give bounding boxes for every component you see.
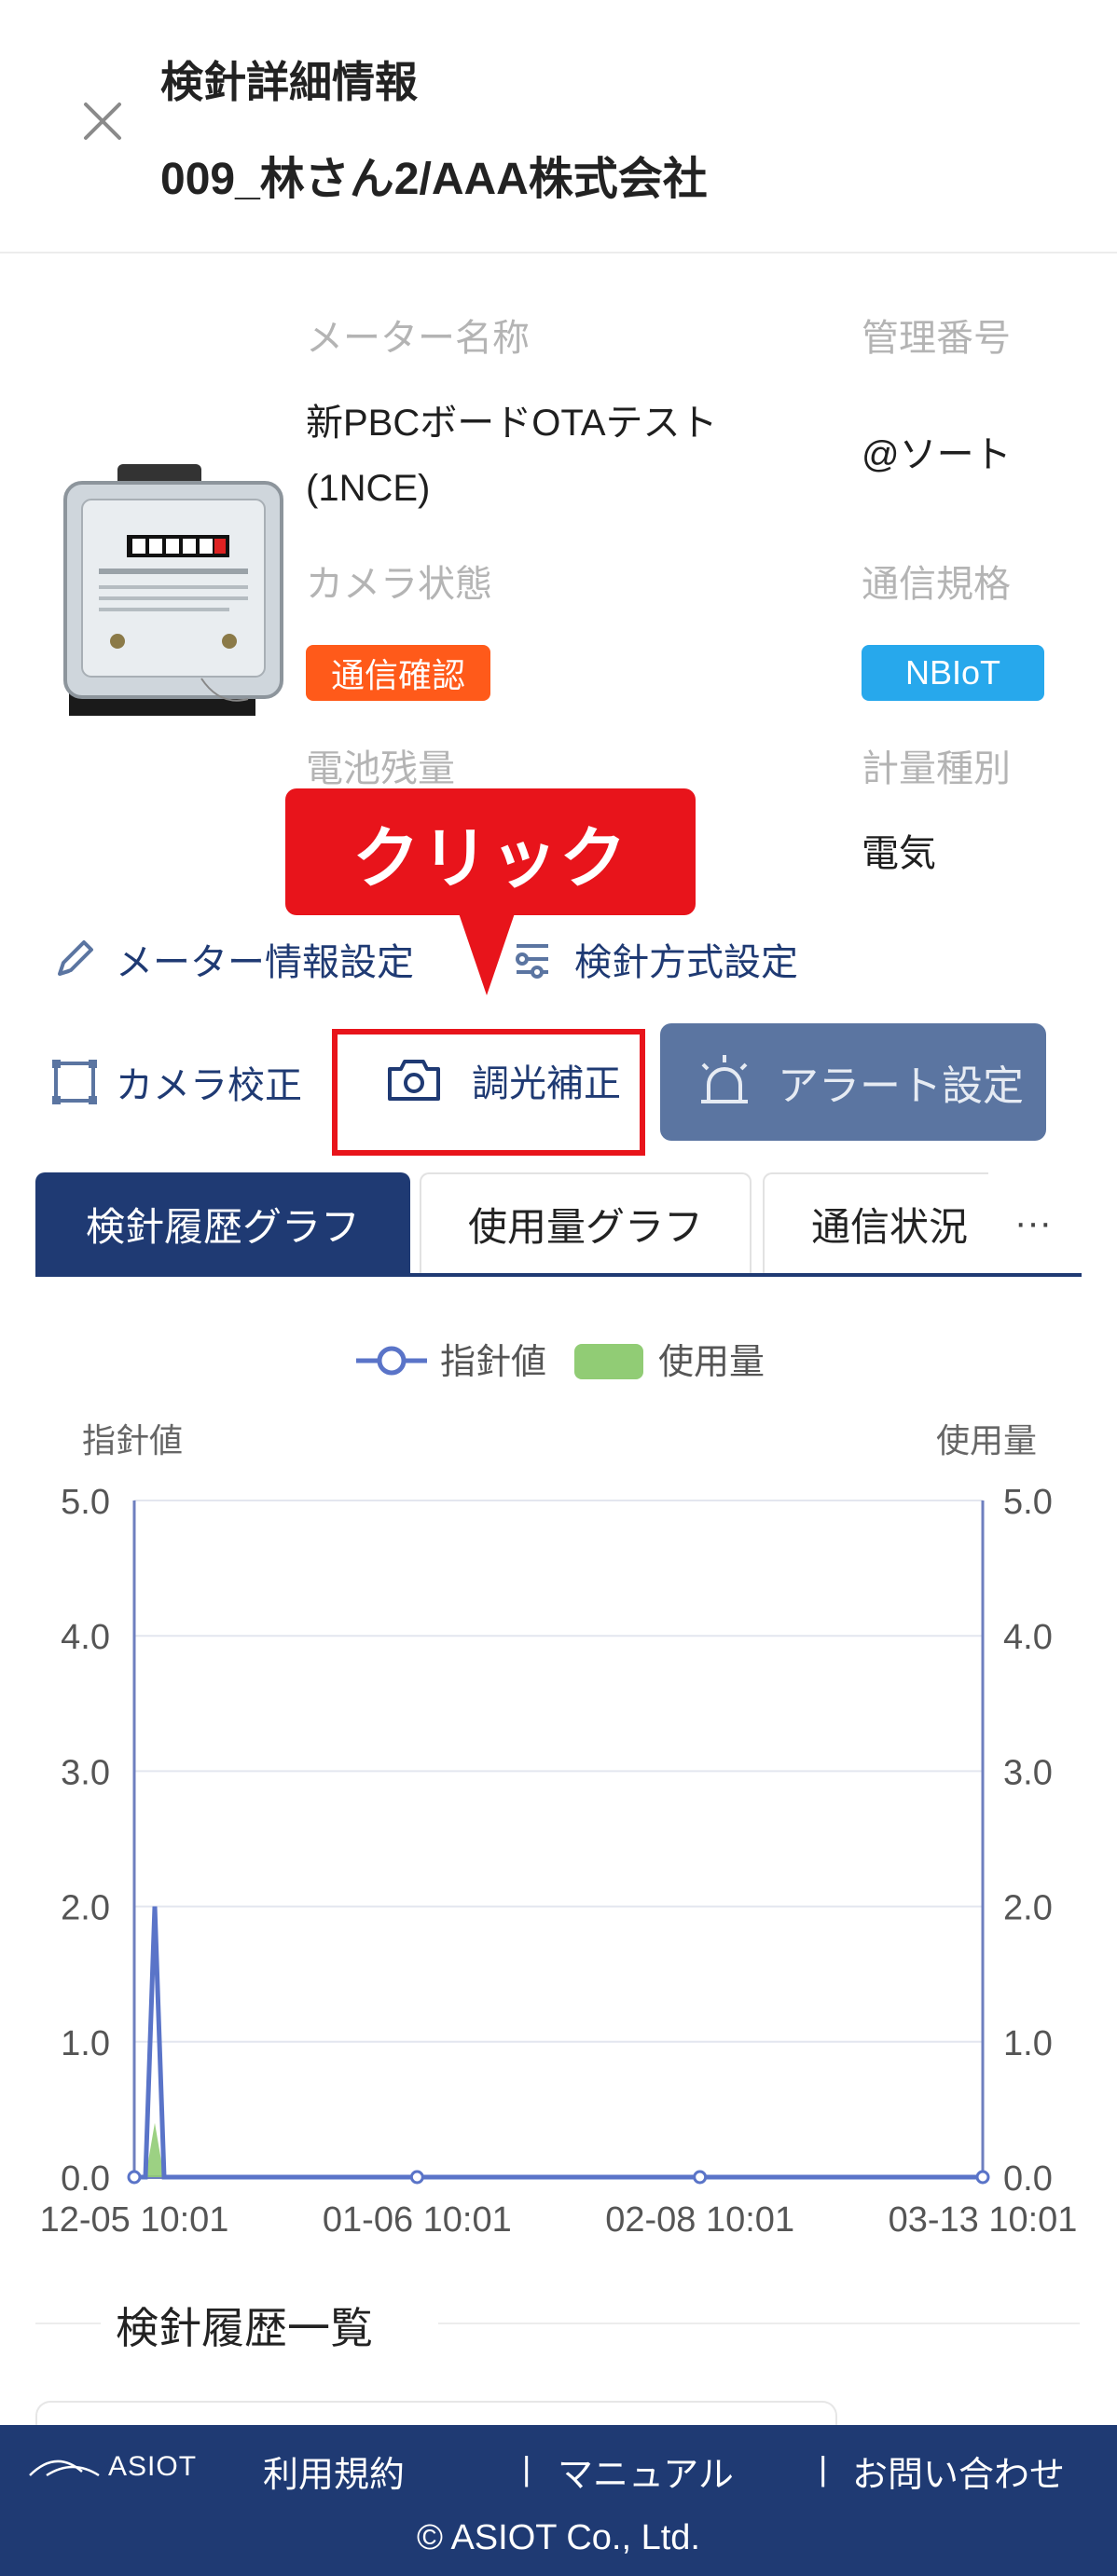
y2-axis-title: 使用量: [936, 1421, 1037, 1459]
chart-svg: 指針値 使用量指針値 使用量0.0 0.01.0 1.02.0 2.03.0 3.04.0 4…: [40, 1343, 1078, 2237]
page-title: 検針詳細情報: [160, 58, 418, 106]
legend-label: 指針値: [440, 1343, 546, 1382]
footer-copyright: © ASIOT Co., Ltd.: [417, 2518, 700, 2557]
comm-standard-label: 通信規格: [862, 564, 1011, 605]
meter-name-value: 新PBCボードOTAテスト: [306, 403, 718, 444]
footer-logo: ASIOT: [28, 2451, 197, 2483]
meter-id-value: @ソート: [862, 434, 1012, 475]
footer-logo-text: ASIOT: [108, 2451, 198, 2482]
close-icon[interactable]: [76, 95, 129, 147]
footer: ASIOT 利用規約 | マニュアル | お問い合わせ © ASIOT Co.,…: [0, 2425, 1117, 2576]
camera-calibration-label: カメラ校正: [116, 1065, 302, 1106]
click-highlight-box: [332, 1029, 645, 1156]
camera-status-badge: 通信確認: [306, 645, 490, 701]
reading-method-button[interactable]: 検針方式設定: [503, 932, 798, 986]
footer-separator: |: [819, 2449, 828, 2487]
reading-point: [127, 2170, 142, 2185]
footer-separator: |: [522, 2449, 531, 2487]
meter-settings-button[interactable]: メーター情報設定: [48, 932, 414, 986]
footer-link-manual[interactable]: マニュアル: [558, 2446, 734, 2497]
y2-tick-label: 0.0: [1003, 2159, 1053, 2199]
page-subtitle: 009_林さん2/AAA株式会社: [160, 155, 708, 204]
meter-settings-label: メーター情報設定: [116, 942, 414, 983]
y2-tick-label: 3.0: [1003, 1753, 1053, 1792]
x-tick-label: 03-13 10:01: [889, 2200, 1078, 2237]
tab-usage-graph[interactable]: 使用量グラフ: [420, 1172, 752, 1273]
meter-image: [62, 455, 285, 725]
reading-history-chart: 指針値 使用量 指針値 使用量 0.0 0.0 1.0 1.0 2.0 2.0 3.0 3.0 4.0 4…: [0, 1305, 1117, 2237]
alarm-light-icon: [701, 1055, 748, 1103]
legend-label: 使用量: [658, 1343, 765, 1382]
reading-point: [975, 2170, 990, 2185]
legend-line-dot: [377, 1346, 407, 1376]
y-axis-title: 指針値: [82, 1421, 183, 1459]
tab-reading-history-graph[interactable]: 検針履歴グラフ: [35, 1172, 410, 1273]
footer-link-contact[interactable]: お問い合わせ: [852, 2446, 1065, 2497]
y-tick-label: 3.0: [61, 1753, 110, 1792]
list-settings-icon: [516, 944, 548, 979]
y2-tick-label: 1.0: [1003, 2024, 1053, 2063]
meter-name-value-sub: (1NCE): [306, 468, 431, 509]
measure-type-label: 計量種別: [862, 748, 1011, 789]
click-callout: クリック: [285, 788, 696, 915]
legend-bar-marker: [574, 1344, 643, 1379]
meter-id-label: 管理番号: [862, 318, 1011, 359]
y-tick-label: 0.0: [61, 2159, 110, 2199]
crop-frame-icon: [52, 1060, 97, 1104]
comm-standard-badge: NBIoT: [862, 645, 1044, 701]
reading-point: [409, 2170, 424, 2185]
y-tick-label: 4.0: [61, 1618, 110, 1657]
y2-tick-label: 2.0: [1003, 1889, 1053, 1928]
tabs-more-button[interactable]: ···: [988, 1172, 1078, 1273]
camera-status-label: カメラ状態: [306, 564, 492, 605]
x-tick-label: 12-05 10:01: [40, 2200, 229, 2237]
x-tick-label: 01-06 10:01: [323, 2200, 512, 2237]
alert-settings-button[interactable]: アラート設定: [660, 1023, 1046, 1141]
divider-left: [35, 2323, 101, 2324]
reading-history-list-title: 検針履歴一覧: [116, 2304, 373, 2352]
battery-label: 電池残量: [306, 748, 455, 789]
y2-tick-label: 4.0: [1003, 1618, 1053, 1657]
alert-settings-label: アラート設定: [778, 1063, 1024, 1109]
y2-tick-label: 5.0: [1003, 1483, 1053, 1522]
pencil-icon: [58, 940, 93, 976]
y-tick-label: 1.0: [61, 2024, 110, 2063]
header: 検針詳細情報 009_林さん2/AAA株式会社: [0, 0, 1117, 253]
x-tick-label: 02-08 10:01: [605, 2200, 794, 2237]
camera-calibration-button[interactable]: カメラ校正: [48, 1055, 302, 1109]
divider-right: [438, 2323, 1080, 2324]
meter-name-label: メーター名称: [306, 318, 530, 359]
reading-method-label: 検針方式設定: [574, 942, 798, 983]
measure-type-value: 電気: [862, 833, 936, 874]
y-tick-label: 2.0: [61, 1889, 110, 1928]
tab-bar: 検針履歴グラフ 使用量グラフ 通信状況 ···: [35, 1172, 1082, 1277]
y-tick-label: 5.0: [61, 1483, 110, 1522]
asiot-logo-icon: [29, 2460, 100, 2477]
reading-point: [693, 2170, 708, 2185]
footer-link-terms[interactable]: 利用規約: [263, 2446, 405, 2497]
